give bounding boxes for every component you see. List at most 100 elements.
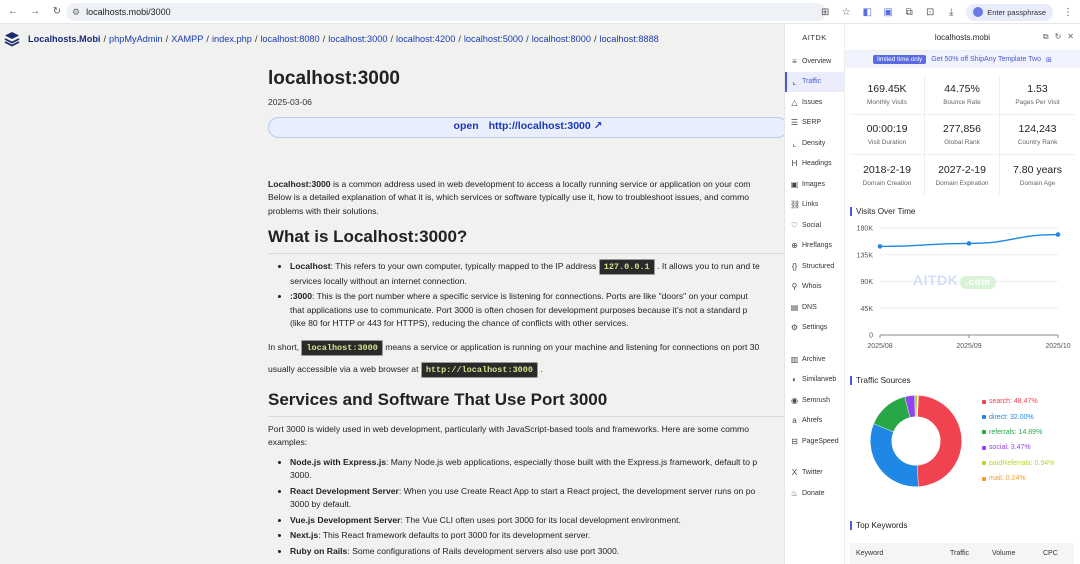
nav-item-overview[interactable]: ≡ Overview [785,51,844,72]
visits-point[interactable] [877,244,883,249]
y-tick-label: 90K [861,279,874,286]
nav-item-label: Images [802,180,825,188]
summary-b: means a service or application is runnin… [382,341,760,352]
legend-label: mail: 0.24% [989,475,1026,483]
nav-item-semrush[interactable]: ◉ Semrush [785,390,844,411]
breadcrumb-link[interactable]: localhost:8080 [260,34,319,44]
menu-kebab-icon[interactable]: ⋮ [1062,7,1074,18]
keywords-table-header: Keyword Traffic Volume CPC [850,543,1074,564]
copy-icon[interactable]: ⧉ [1043,32,1049,42]
breadcrumb-link[interactable]: index.php [212,34,252,44]
list-item: Node.js with Express.js: Many Node.js we… [290,456,788,483]
kw-col-keyword[interactable]: Keyword [856,550,883,557]
extensions-puzzle-icon[interactable]: ⧉ [903,7,915,18]
nav-item-donate[interactable]: ♨ Donate [785,483,844,504]
nav-item-label: Density [802,139,826,147]
page-title: localhost:3000 [268,68,400,89]
keywords-section-title: Top Keywords [850,521,907,530]
legend-item-direct[interactable]: direct: 32.00% [982,409,1054,424]
nav-item-whois[interactable]: ⚲ Whois [785,277,844,298]
traffic-icon: ⌞ [792,77,797,87]
legend-item-paidReferrals[interactable]: paidReferrals: 0.94% [982,456,1054,471]
aitdk-brand: AITDK [802,33,827,42]
nav-item-links[interactable]: ⛓ Links [785,195,844,216]
nav-item-hreflangs[interactable]: ⊕ Hreflangs [785,236,844,257]
legend-swatch [982,445,986,450]
legend-label: referrals: 14.89% [989,428,1043,436]
donut-slice-search[interactable] [916,395,962,487]
stat-value: 124,243 [1018,123,1057,135]
promo-banner[interactable]: limited time only Get 50% off ShipAny Te… [845,51,1080,68]
stat-label: Country Rank [1017,139,1058,146]
breadcrumb-link[interactable]: localhost:5000 [464,34,523,44]
nav-item-ahrefs[interactable]: a Ahrefs [785,411,844,432]
kw-col-traffic[interactable]: Traffic [950,550,969,557]
nav-item-dns[interactable]: ▤ DNS [785,297,844,318]
nav-item-images[interactable]: ▣ Images [785,174,844,195]
s1-bold: Node.js with Express.js [290,456,386,467]
breadcrumb-site[interactable]: Localhosts.Mobi [28,34,100,44]
forward-icon[interactable]: → [26,6,44,17]
nav-item-serp[interactable]: ☰ SERP [785,113,844,134]
publish-date: 2025-03-06 [268,97,312,107]
breadcrumb-link[interactable]: localhost:3000 [328,34,387,44]
nav-item-traffic[interactable]: ⌞ Traffic [785,71,844,92]
reload-icon[interactable]: ↻ [48,6,66,17]
legend-item-referrals[interactable]: referrals: 14.89% [982,425,1054,440]
nav-item-density[interactable]: ⌞ Density [785,133,844,154]
donut-slice-social[interactable] [905,395,916,418]
stat-label: Visit Duration [867,139,907,146]
nav-item-twitter[interactable]: X Twitter [785,463,844,484]
li1-bold: Localhost [290,261,331,271]
install-icon[interactable]: ⊞ [819,7,831,18]
visits-point[interactable] [1055,232,1061,237]
nav-item-headings[interactable]: H Headings [785,154,844,175]
stat-bounce-rate: 44.75% Bounce Rate [925,75,1000,115]
breadcrumb-separator: / [458,34,461,44]
extension-aitdk-icon[interactable]: ◧ [861,7,873,18]
donut-slice-referrals[interactable] [873,396,911,433]
breadcrumb-separator: / [322,34,326,44]
breadcrumb-link[interactable]: localhost:4200 [396,34,455,44]
panel-domain: localhosts.mobi [934,32,991,42]
nav-item-label: DNS [802,303,817,311]
close-icon[interactable]: ✕ [1067,32,1074,42]
browser-toolbar: ← → ↻ ⚙ localhosts.mobi/3000 ⊞ ☆ ◧ ▣ ⧉ ⊡… [0,0,1080,24]
donut-slice-direct[interactable] [870,423,919,487]
legend-item-mail[interactable]: mail: 0.24% [982,471,1054,486]
breadcrumb-link[interactable]: phpMyAdmin [109,34,163,44]
kw-col-volume[interactable]: Volume [992,550,1015,557]
summary-paragraph: In short, localhost:3000 means a service… [268,337,788,381]
headings-icon: H [791,159,798,169]
extension-icon[interactable]: ▣ [882,7,894,18]
article: localhost:3000 2025-03-06 open http://lo… [268,52,788,564]
tab-search-icon[interactable]: ⊡ [924,7,936,18]
back-icon[interactable]: ← [4,6,22,17]
refresh-icon[interactable]: ↻ [1055,32,1062,42]
visits-point[interactable] [966,241,972,246]
nav-item-issues[interactable]: △ Issues [785,92,844,113]
y-tick-label: 135K [857,252,874,259]
nav-item-similarweb[interactable]: ◐ Similarweb [785,370,844,391]
open-localhost-button[interactable]: open http://localhost:3000 ↗ [268,116,788,138]
breadcrumb-link[interactable]: localhost:8000 [532,34,591,44]
traffic-donut-chart [870,395,962,487]
download-icon[interactable]: ⤓ [945,7,957,18]
legend-item-social[interactable]: social: 3.47% [982,440,1054,455]
breadcrumb-link[interactable]: localhost:8888 [600,34,659,44]
promo-tag: limited time only [873,55,927,64]
s2-text: : When you use Create React App to start… [398,485,756,496]
nav-item-archive[interactable]: ▥ Archive [785,349,844,370]
legend-item-search[interactable]: search: 48.47% [982,394,1054,409]
passphrase-button[interactable]: Enter passphrase [966,3,1053,21]
nav-item-pagespeed[interactable]: ⊟ PageSpeed [785,431,844,452]
breadcrumb-separator: / [165,34,169,44]
nav-item-social[interactable]: ♡ Social [785,215,844,236]
kw-col-cpc[interactable]: CPC [1043,550,1058,557]
nav-item-structured[interactable]: {} Structured [785,256,844,277]
bookmark-star-icon[interactable]: ☆ [840,7,852,18]
address-bar[interactable]: ⚙ localhosts.mobi/3000 [66,3,826,21]
site-info-icon[interactable]: ⚙ [72,7,80,18]
breadcrumb-link[interactable]: XAMPP [171,34,203,44]
nav-item-settings[interactable]: ⚙ Settings [785,318,844,339]
